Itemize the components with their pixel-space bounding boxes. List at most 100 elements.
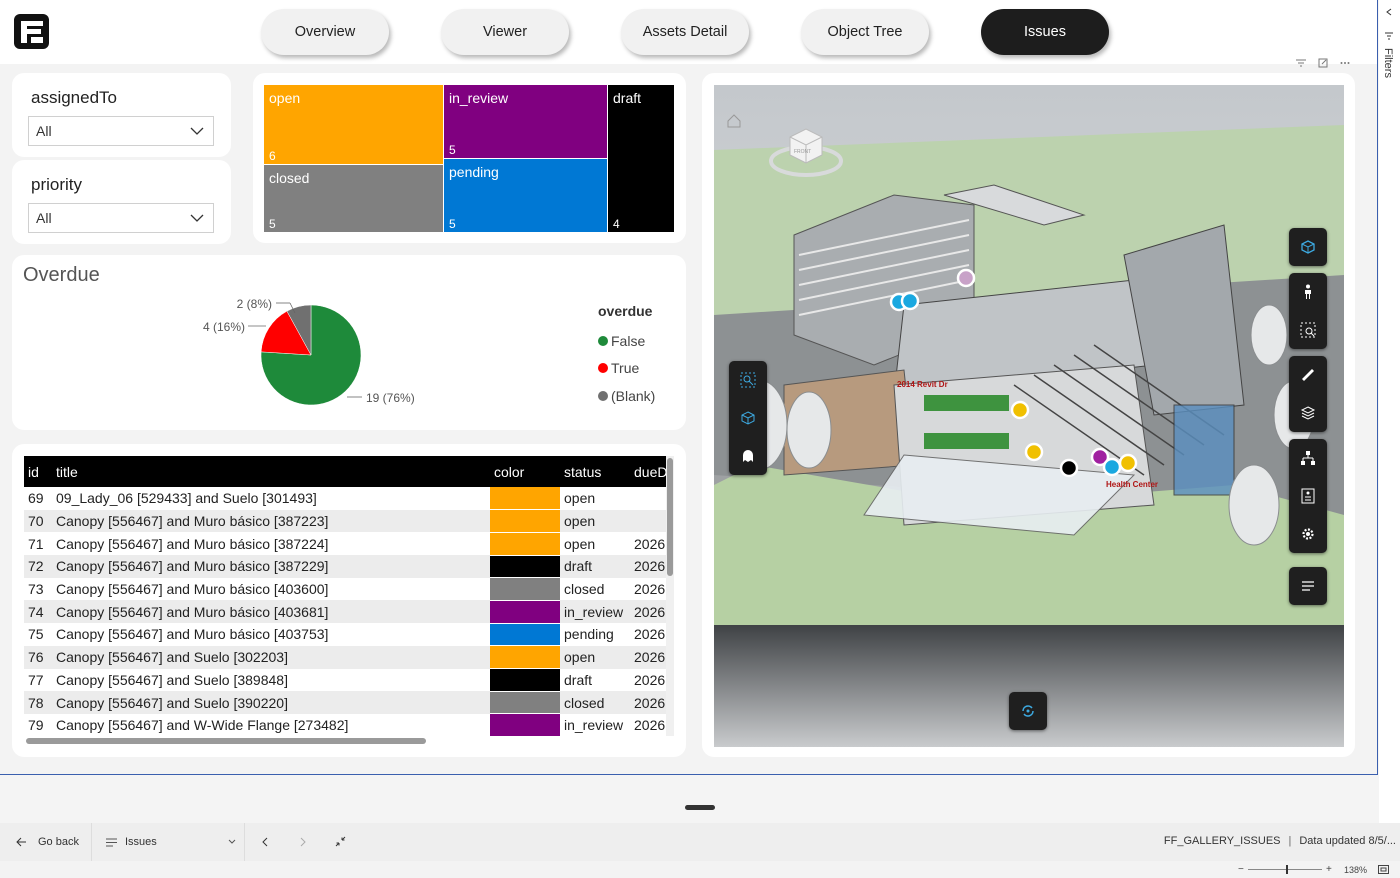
table-horizontal-scrollbar[interactable] <box>24 738 666 744</box>
model-browser-button[interactable] <box>1289 439 1327 477</box>
app-logo-icon <box>14 14 49 49</box>
scrollbar-thumb[interactable] <box>26 738 426 744</box>
column-header-duedate[interactable]: dueD <box>630 456 666 487</box>
gear-icon <box>1302 528 1314 540</box>
treemap-cell-draft[interactable]: draft 4 <box>608 85 675 233</box>
next-page-icon[interactable] <box>299 837 307 847</box>
treemap-label: in_review <box>449 90 509 106</box>
tab-issues[interactable]: Issues <box>981 9 1109 55</box>
treemap-cell-closed[interactable]: closed 5 <box>264 165 444 233</box>
overdue-pie-card: Overdue 2 (8%) 4 (16%) 19 (76%) overdue … <box>12 255 686 430</box>
zoom-level: 138% <box>1344 865 1368 875</box>
treemap-cell-open[interactable]: open 6 <box>264 85 444 165</box>
cell-title: Canopy [556467] and Muro básico [387223] <box>52 509 490 533</box>
table-row[interactable]: 74 Canopy [556467] and Muro básico [40368… <box>24 600 666 624</box>
tab-assets-detail[interactable]: Assets Detail <box>621 9 749 55</box>
filter-icon[interactable] <box>1296 59 1306 67</box>
tree-icon <box>1301 451 1315 465</box>
cell-due-date: 2026 <box>634 671 666 688</box>
tab-object-tree[interactable]: Object Tree <box>801 9 929 55</box>
issue-pin[interactable] <box>1059 458 1079 478</box>
more-options-icon[interactable] <box>1340 61 1350 65</box>
cell-due-date: 2026 <box>634 717 666 734</box>
table-row[interactable]: 70 Canopy [556467] and Muro básico [38722… <box>24 509 666 533</box>
cell-id: 69 <box>28 490 44 507</box>
fit-to-page-icon[interactable] <box>1378 865 1389 874</box>
3d-model-viewport[interactable]: 2014 Revit Dr Health Center FRONT <box>714 85 1344 747</box>
zoom-extents-button[interactable] <box>1289 311 1327 349</box>
legend-item-false[interactable]: False <box>598 327 655 355</box>
column-header-id[interactable]: id <box>24 456 52 487</box>
treemap-cell-in-review[interactable]: in_review 5 <box>444 85 608 159</box>
overdue-pie-chart: 2 (8%) 4 (16%) 19 (76%) <box>203 297 415 406</box>
explode-button[interactable] <box>729 399 767 437</box>
measure-button[interactable] <box>1289 356 1327 394</box>
zoom-window-button[interactable] <box>729 361 767 399</box>
viewer-right-toolbar-nav <box>1289 273 1327 349</box>
exit-full-screen-icon[interactable] <box>335 836 346 847</box>
table-row[interactable]: 73 Canopy [556467] and Muro básico [40360… <box>24 577 666 601</box>
issue-pin[interactable] <box>900 291 920 311</box>
table-row[interactable]: 69 09_Lady_06 [529433] and Suelo [301493]… <box>24 487 666 511</box>
zoom-slider-thumb[interactable] <box>1286 865 1288 874</box>
cell-title: Canopy [556467] and Muro básico [387224] <box>56 535 329 552</box>
column-header-title[interactable]: title <box>52 456 490 487</box>
legend-dot <box>598 390 608 401</box>
properties-button[interactable] <box>1289 477 1327 515</box>
issue-pin[interactable] <box>1102 457 1122 477</box>
cell-title: Canopy [556467] and Muro básico [403753] <box>56 626 329 643</box>
issue-pin[interactable] <box>1118 453 1138 473</box>
page-drag-handle[interactable] <box>685 805 715 810</box>
zoom-out-button[interactable]: − <box>1238 864 1244 875</box>
filters-label: Filters <box>1382 48 1394 78</box>
table-row[interactable]: 79 Canopy [556467] and W-Wide Flange [273… <box>24 713 666 736</box>
table-row[interactable]: 75 Canopy [556467] and Muro básico [40375… <box>24 623 666 647</box>
issues-list-button[interactable] <box>1289 567 1327 605</box>
settings-button[interactable] <box>1289 515 1327 553</box>
cell-status: open <box>564 535 596 552</box>
cell-id: 75 <box>28 626 44 643</box>
priority-dropdown[interactable]: All <box>28 203 214 233</box>
orbit-button[interactable] <box>1009 692 1047 730</box>
ghost-button[interactable] <box>729 437 767 475</box>
go-back-label: Go back <box>38 836 79 848</box>
legend-item-true[interactable]: True <box>598 355 655 383</box>
scrollbar-thumb[interactable] <box>667 458 673 576</box>
legend-item-blank[interactable]: (Blank) <box>598 382 655 410</box>
cell-status: draft <box>564 671 593 688</box>
issue-pin[interactable] <box>956 268 976 288</box>
table-row[interactable]: 72 Canopy [556467] and Muro básico [38722… <box>24 555 666 579</box>
layers-button[interactable] <box>1289 394 1327 432</box>
table-row[interactable]: 76 Canopy [556467] and Suelo [302203] open… <box>24 645 666 669</box>
view-cube-button[interactable] <box>1289 228 1327 266</box>
zoom-slider[interactable] <box>1248 865 1322 874</box>
cell-id: 76 <box>24 645 52 669</box>
orbit-icon <box>1022 705 1034 717</box>
page-selector[interactable]: Issues <box>93 823 245 861</box>
column-header-color[interactable]: color <box>490 456 560 487</box>
cell-color-swatch <box>490 668 560 692</box>
treemap-cell-pending[interactable]: pending 5 <box>444 159 608 233</box>
expand-pane-icon <box>1386 8 1392 16</box>
focus-mode-icon[interactable] <box>1318 58 1328 68</box>
tab-viewer[interactable]: Viewer <box>441 9 569 55</box>
cell-color-swatch <box>490 577 560 601</box>
go-back-button[interactable]: Go back <box>0 823 92 861</box>
table-row[interactable]: 77 Canopy [556467] and Suelo [389848] draf… <box>24 668 666 692</box>
cell-id: 79 <box>28 717 44 734</box>
filters-pane-collapsed[interactable]: Filters <box>1379 0 1400 823</box>
zoom-in-button[interactable]: + <box>1326 864 1332 875</box>
cell-due-date: 2026 <box>634 581 666 598</box>
assignedto-dropdown[interactable]: All <box>28 116 214 146</box>
first-person-button[interactable] <box>1289 273 1327 311</box>
issue-pin[interactable] <box>1010 400 1030 420</box>
data-updated: Data updated 8/5/... <box>1299 835 1396 847</box>
column-header-status[interactable]: status <box>560 456 630 487</box>
tab-overview[interactable]: Overview <box>261 9 389 55</box>
issue-pin[interactable] <box>1024 442 1044 462</box>
status-treemap-card: open 6 in_review 5 draft 4 closed 5 pend… <box>253 73 686 243</box>
previous-page-icon[interactable] <box>261 837 269 847</box>
table-row[interactable]: 71 Canopy [556467] and Muro básico [38722… <box>24 532 666 556</box>
table-vertical-scrollbar[interactable] <box>666 456 674 736</box>
table-row[interactable]: 78 Canopy [556467] and Suelo [390220] clos… <box>24 691 666 715</box>
